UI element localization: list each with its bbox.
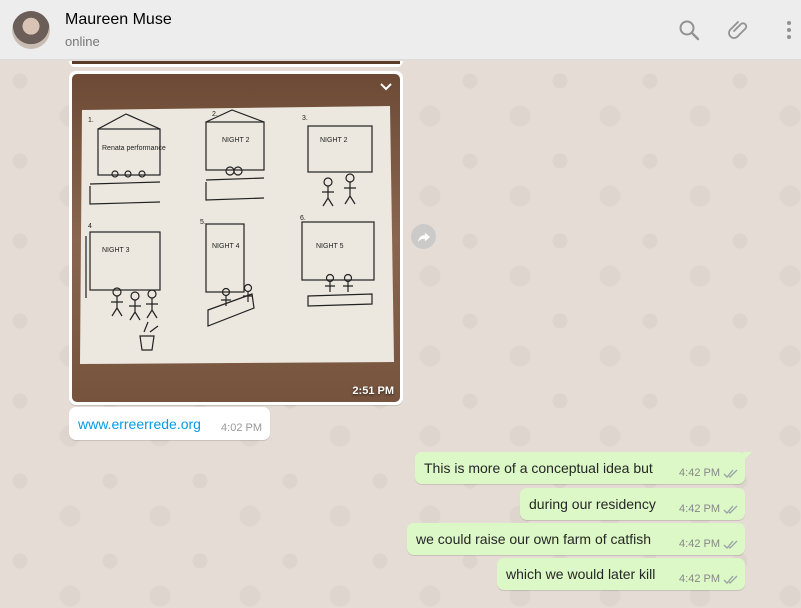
search-icon[interactable]	[677, 18, 701, 42]
chevron-down-icon[interactable]	[378, 79, 394, 95]
previous-image-message[interactable]	[69, 61, 403, 67]
sketch-note: NIGHT 4	[212, 243, 240, 250]
forward-icon	[417, 232, 430, 242]
message-timestamp: 4:42 PM	[679, 503, 720, 515]
double-check-icon	[723, 575, 738, 584]
message-text: we could raise our own farm of catfish	[416, 531, 651, 547]
sketch-note: NIGHT 2	[320, 137, 348, 144]
contact-name[interactable]: Maureen Muse	[65, 11, 172, 29]
sketch-drawing: 1. 2. 3. 4 5. 6. Renata performance NIGH…	[80, 106, 394, 364]
contact-avatar[interactable]	[12, 11, 50, 49]
panel-label: 5.	[200, 219, 206, 226]
sketch-note: Renata performance	[102, 145, 166, 152]
image-message[interactable]: 1. 2. 3. 4 5. 6. Renata performance NIGH…	[69, 71, 403, 405]
panel-label: 1.	[88, 117, 94, 124]
link-message[interactable]: www.erreerrede.org 4:02 PM	[69, 407, 270, 440]
forward-button[interactable]	[411, 224, 436, 249]
message-timestamp: 4:42 PM	[679, 467, 720, 479]
chat-panel[interactable]: 1. 2. 3. 4 5. 6. Renata performance NIGH…	[0, 61, 801, 608]
link-url[interactable]: www.erreerrede.org	[78, 416, 201, 432]
message-text: during our residency	[529, 496, 656, 512]
double-check-icon	[723, 469, 738, 478]
panel-label: 3.	[302, 115, 308, 122]
sketch-note: NIGHT 3	[102, 247, 130, 254]
panel-label: 2.	[212, 111, 218, 118]
double-check-icon	[723, 505, 738, 514]
image-timestamp: 2:51 PM	[352, 385, 394, 397]
outgoing-message[interactable]: which we would later kill 4:42 PM	[497, 558, 745, 590]
chat-header: Maureen Muse online	[0, 0, 801, 60]
panel-label: 6.	[300, 215, 306, 222]
sketch-photo[interactable]: 1. 2. 3. 4 5. 6. Renata performance NIGH…	[72, 74, 400, 402]
outgoing-message[interactable]: This is more of a conceptual idea but 4:…	[415, 452, 752, 484]
outgoing-message[interactable]: during our residency 4:42 PM	[520, 488, 745, 520]
message-timestamp: 4:42 PM	[679, 573, 720, 585]
menu-icon[interactable]	[777, 18, 801, 42]
panel-label: 4	[88, 223, 92, 230]
message-timestamp: 4:42 PM	[679, 538, 720, 550]
outgoing-message[interactable]: we could raise our own farm of catfish 4…	[407, 523, 745, 555]
contact-status: online	[65, 34, 100, 49]
sketch-note: NIGHT 2	[222, 137, 250, 144]
message-text: which we would later kill	[506, 566, 656, 582]
sketch-note: NIGHT 5	[316, 243, 344, 250]
message-text: This is more of a conceptual idea but	[424, 460, 653, 476]
double-check-icon	[723, 540, 738, 549]
paperclip-icon[interactable]	[727, 18, 751, 42]
message-timestamp: 4:02 PM	[221, 422, 262, 434]
